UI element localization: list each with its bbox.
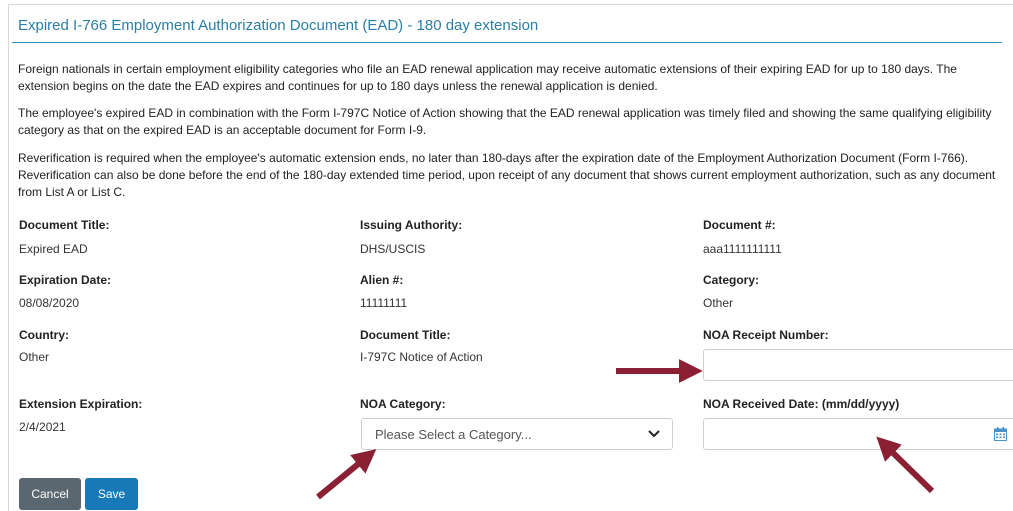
annotation-arrow bbox=[316, 449, 377, 500]
annotation-arrows bbox=[316, 359, 935, 500]
annotation-arrow bbox=[876, 436, 935, 494]
